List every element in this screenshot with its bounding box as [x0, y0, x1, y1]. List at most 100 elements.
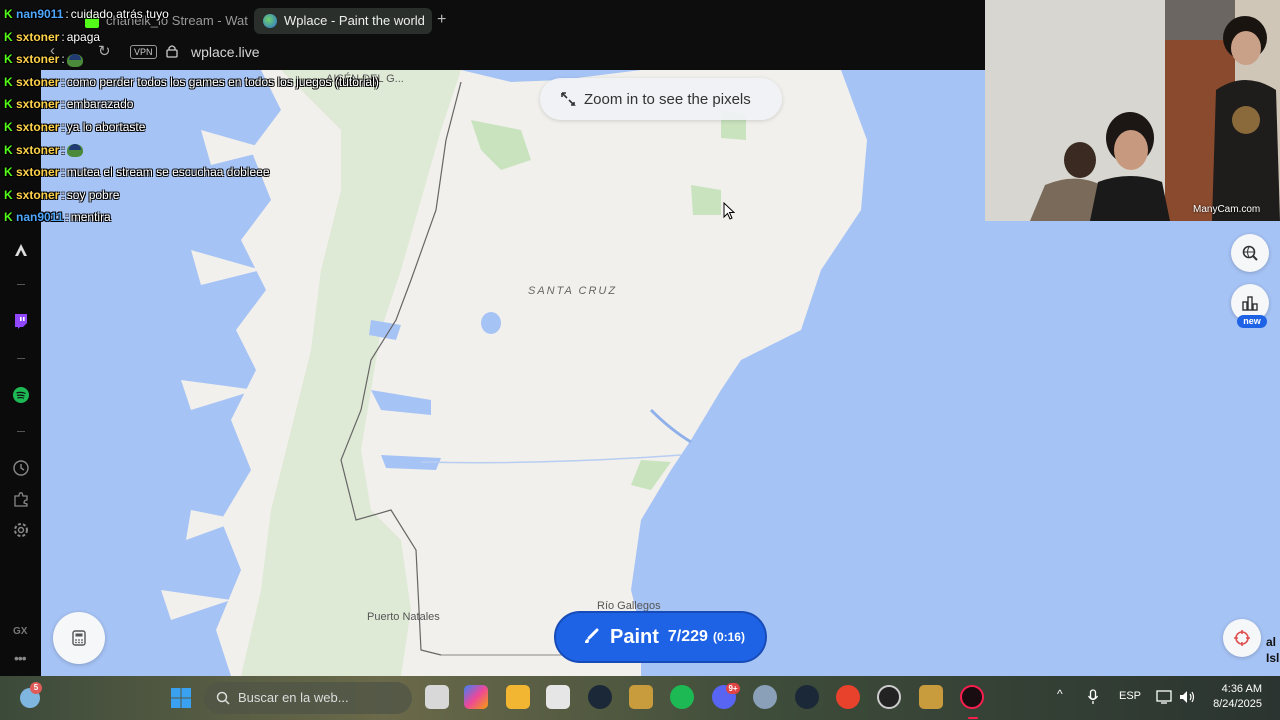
- chat-message: Ksxtoner: como perder todos los games en …: [4, 75, 379, 93]
- kick-badge-icon: K: [4, 210, 13, 225]
- chat-text: ya lo abortaste: [66, 120, 146, 134]
- vpn-badge[interactable]: VPN: [130, 45, 157, 59]
- chat-message: Ksxtoner:: [4, 52, 83, 70]
- map-place-puerto-natales: Puerto Natales: [367, 611, 440, 623]
- chat-username: sxtoner: [16, 52, 60, 67]
- chat-text: soy pobre: [66, 187, 120, 202]
- paint-charges: 7/229: [667, 628, 708, 645]
- chat-separator: :: [61, 142, 65, 157]
- discord-badge: 9+: [726, 683, 740, 694]
- ea-app-icon[interactable]: [836, 685, 860, 709]
- pepe-emote-icon: [66, 143, 83, 157]
- chat-separator: :: [61, 120, 65, 134]
- chat-message: Knan9011: mentira: [4, 210, 111, 228]
- chat-username: sxtoner: [16, 29, 60, 44]
- chat-username: nan9011: [16, 7, 64, 21]
- chat-separator: :: [61, 165, 65, 180]
- mouse-cursor-icon: [723, 202, 735, 220]
- map-edge-label-2: Isl: [1266, 651, 1280, 665]
- microphone-icon[interactable]: [1087, 689, 1099, 705]
- address-bar[interactable]: wplace.live: [191, 44, 259, 60]
- obs-icon[interactable]: [877, 685, 901, 709]
- extensions-icon[interactable]: [12, 490, 30, 508]
- tab-wplace[interactable]: Wplace - Paint the world: [254, 8, 432, 34]
- bar-chart-icon: [1242, 296, 1258, 311]
- file-explorer-icon[interactable]: [506, 685, 530, 709]
- taskbar-search[interactable]: Buscar en la web...: [204, 682, 412, 714]
- locate-button[interactable]: [1223, 619, 1261, 657]
- chat-username: nan9011: [16, 210, 64, 225]
- task-view-icon[interactable]: [425, 685, 449, 709]
- search-icon: [216, 691, 230, 705]
- clock[interactable]: 4:36 AM 8/24/2025: [1208, 682, 1262, 712]
- chat-text: mutea el stream se escuchaa dobleee: [66, 165, 270, 180]
- zoom-icon: [561, 92, 576, 106]
- chat-separator: :: [61, 74, 65, 89]
- chat-separator: :: [61, 29, 65, 44]
- opera-gx-icon[interactable]: [960, 685, 984, 709]
- steam-alt-icon[interactable]: [795, 685, 819, 709]
- chat-separator: :: [65, 210, 69, 225]
- windows-start-icon[interactable]: [170, 687, 192, 709]
- kick-badge-icon: K: [4, 97, 13, 112]
- chat-message: Ksxtoner: ya lo abortaste: [4, 120, 145, 138]
- spotify-icon[interactable]: [12, 386, 30, 404]
- chat-username: sxtoner: [16, 120, 60, 134]
- chat-message: Ksxtoner: apaga: [4, 30, 100, 48]
- gx-label[interactable]: GX: [13, 626, 27, 637]
- chat-message: Ksxtoner: soy pobre: [4, 188, 119, 206]
- chat-message: Ksxtoner:: [4, 143, 83, 161]
- copilot-icon[interactable]: [464, 685, 488, 709]
- kick-badge-icon: K: [4, 142, 13, 157]
- map-edge-label-1: al: [1266, 635, 1277, 649]
- new-tab-button[interactable]: +: [437, 11, 446, 29]
- browser-sidebar: GX •••: [0, 70, 41, 676]
- sidebar-divider: [17, 431, 25, 432]
- webcam-watermark: ManyCam.com: [1193, 204, 1261, 215]
- windows-taskbar: 5 Buscar en la web... 9+ ^ ESP 4:36 AM 8…: [0, 676, 1280, 720]
- chat-message: Ksxtoner: embarazado: [4, 97, 133, 115]
- kick-badge-icon: K: [4, 52, 13, 67]
- map-settings-button[interactable]: [53, 612, 105, 664]
- sidebar-divider: [17, 284, 25, 285]
- chat-message: Ksxtoner: mutea el stream se escuchaa dob…: [4, 165, 270, 183]
- target-icon: [1234, 630, 1250, 646]
- more-icon[interactable]: •••: [14, 650, 27, 666]
- map-edge-label: al Isl: [1266, 634, 1279, 666]
- chat-username: sxtoner: [16, 142, 60, 157]
- clock-date: 8/24/2025: [1213, 698, 1262, 710]
- twitch-icon[interactable]: [12, 312, 30, 330]
- map-region-label: SANTA CRUZ: [528, 285, 618, 297]
- new-badge: new: [1237, 315, 1267, 328]
- paint-button[interactable]: Paint 7/229 (0:16): [554, 611, 767, 663]
- zoom-hint-text: Zoom in to see the pixels: [584, 90, 751, 108]
- volume-icon[interactable]: [1179, 689, 1197, 705]
- app-settings-icon[interactable]: [753, 685, 777, 709]
- taskbar-search-placeholder: Buscar en la web...: [238, 690, 349, 705]
- settings-icon[interactable]: [12, 521, 30, 539]
- search-location-button[interactable]: [1231, 234, 1269, 272]
- history-icon[interactable]: [12, 459, 30, 477]
- search-globe-icon: [1242, 245, 1258, 261]
- webcam-overlay: ManyCam.com: [985, 0, 1280, 221]
- calculator-icon: [72, 630, 86, 646]
- tray-overflow-icon[interactable]: ^: [1057, 687, 1063, 701]
- kick-badge-icon: K: [4, 7, 13, 21]
- language-indicator[interactable]: ESP: [1119, 690, 1141, 702]
- steam-icon[interactable]: [588, 685, 612, 709]
- kick-badge-icon: K: [4, 187, 13, 202]
- spotify-taskbar-icon[interactable]: [670, 685, 694, 709]
- paint-timer: (0:16): [712, 630, 745, 644]
- network-icon[interactable]: [1156, 689, 1174, 705]
- pepe-emote-icon: [66, 53, 83, 67]
- chat-username: sxtoner: [16, 187, 60, 202]
- aria-icon[interactable]: [12, 241, 30, 259]
- league-client-icon[interactable]: [629, 685, 653, 709]
- webcam-person-standing: [1212, 16, 1280, 221]
- screen: AISÉN DEL G... SANTA CRUZ Puerto Natales…: [0, 0, 1280, 720]
- kick-badge-icon: K: [4, 120, 13, 134]
- store-icon[interactable]: [546, 685, 570, 709]
- brush-icon: [585, 628, 599, 643]
- chat-message: Knan9011: cuidado atrás tuyo: [4, 7, 169, 25]
- league-icon[interactable]: [919, 685, 943, 709]
